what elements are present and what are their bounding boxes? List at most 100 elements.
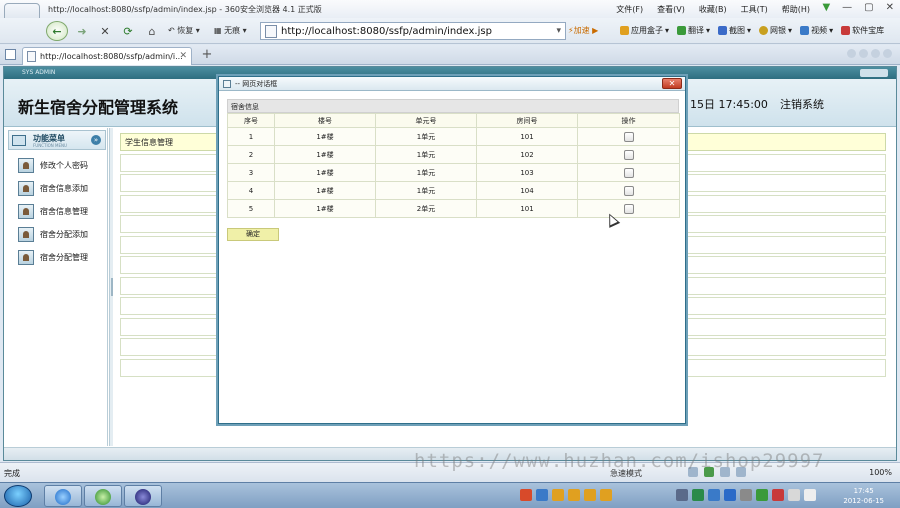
select-radio[interactable] (623, 185, 634, 196)
coin-icon (759, 26, 769, 35)
cell-action (577, 199, 680, 218)
select-radio[interactable] (623, 167, 634, 178)
menu-help[interactable]: 帮助(H) (782, 4, 810, 15)
home-button[interactable]: ⌂ (144, 22, 160, 40)
flag-icon[interactable] (788, 489, 800, 501)
qq-icon[interactable] (552, 489, 564, 501)
shield-icon[interactable] (724, 489, 736, 501)
tab-scroll-right-icon[interactable] (859, 49, 868, 58)
software-store-button[interactable]: 软件宝库 (841, 25, 884, 36)
screenshot-button[interactable]: 截图 ▾ (718, 25, 751, 36)
taskbar-360-browser[interactable] (84, 485, 122, 507)
software-store-icon (841, 26, 851, 35)
no-trace-button[interactable]: ▦ 无痕 ▾ (214, 25, 247, 36)
qq-icon[interactable] (600, 489, 612, 501)
dialog-close-button[interactable]: ✕ (662, 78, 682, 89)
refresh-button[interactable]: ⟳ (120, 22, 136, 40)
window-title: http://localhost:8080/ssfp/admin/index.j… (48, 5, 322, 14)
forward-button[interactable]: ➜ (72, 22, 92, 40)
menu-file[interactable]: 文件(F) (616, 4, 643, 15)
translate-icon (677, 26, 687, 35)
table-row: 1 1#楼 1单元 101 (227, 127, 680, 146)
tray-icon[interactable] (740, 489, 752, 501)
cell-building: 1#楼 (274, 199, 376, 218)
panel-splitter[interactable] (109, 128, 113, 446)
menu-view[interactable]: 查看(V) (657, 4, 685, 15)
status-text: 完成 (4, 469, 20, 478)
dorm-info-caption: 宿舍信息 (227, 99, 679, 113)
tray-icon[interactable] (692, 489, 704, 501)
tray-icon[interactable] (756, 489, 768, 501)
menu-item-label: 宿舍信息添加 (40, 184, 88, 193)
stop-button[interactable]: ✕ (97, 22, 113, 40)
menu-item-manage-allocation[interactable]: 宿舍分配管理 (18, 250, 88, 265)
accelerate-button[interactable]: ⚡加速 ▶ (568, 25, 598, 36)
collapse-menu-icon[interactable]: » (91, 135, 101, 145)
user-icon (18, 158, 34, 173)
tab-close-all-icon[interactable] (883, 49, 892, 58)
column-header: 操作 (577, 113, 680, 128)
cell-unit: 1单元 (375, 145, 477, 164)
logout-link[interactable]: 注销系统 (780, 96, 824, 112)
address-dropdown-icon[interactable]: ▾ (556, 26, 561, 36)
function-menu-subtitle: FUNCTION MENU (33, 143, 67, 148)
taskbar-ie[interactable] (44, 485, 82, 507)
function-menu: 功能菜单 FUNCTION MENU » 修改个人密码 宿舍信息添加 宿舍信息管… (4, 128, 108, 446)
minimize-button[interactable]: — (842, 2, 852, 13)
new-tab-button[interactable]: + (198, 48, 216, 63)
taskbar-clock[interactable]: 17:45 2012-06-15 (843, 486, 884, 506)
maximize-button[interactable]: ▢ (864, 2, 873, 13)
volume-icon[interactable] (804, 489, 816, 501)
close-window-button[interactable]: ✕ (886, 2, 894, 13)
confirm-button[interactable]: 确定 (227, 228, 279, 241)
page-icon (265, 24, 277, 38)
select-radio[interactable] (623, 149, 634, 160)
cell-unit: 1单元 (375, 181, 477, 200)
select-radio[interactable] (623, 131, 634, 142)
translate-button[interactable]: 翻译 ▾ (677, 25, 710, 36)
table-row: 4 1#楼 1单元 104 (227, 181, 680, 200)
window-controls: ▼ — ▢ ✕ (822, 2, 894, 13)
qq-icon[interactable] (536, 489, 548, 501)
video-button[interactable]: 视频 ▾ (800, 25, 833, 36)
tray-icon[interactable] (772, 489, 784, 501)
close-tab-icon[interactable]: ✕ (179, 51, 187, 61)
menu-tools[interactable]: 工具(T) (741, 4, 768, 15)
tray-app-icon[interactable] (520, 489, 532, 501)
zoom-level[interactable]: 100% (869, 468, 892, 477)
skin-dropdown-icon[interactable]: ▼ (822, 2, 830, 13)
taskbar-eclipse[interactable] (124, 485, 162, 507)
screenshot-label: 截图 (729, 26, 746, 35)
cell-building: 1#楼 (274, 163, 376, 182)
ebank-button[interactable]: 网银 ▾ (759, 25, 792, 36)
tab-list-icon[interactable] (871, 49, 880, 58)
qq-icon[interactable] (584, 489, 596, 501)
app-box-button[interactable]: 应用盒子 ▾ (620, 25, 669, 36)
dialog-title-bar[interactable]: -- 网页对话框 ✕ (219, 77, 685, 91)
address-url[interactable]: http://localhost:8080/ssfp/admin/index.j… (281, 26, 492, 37)
menu-item-manage-dorm[interactable]: 宿舍信息管理 (18, 204, 88, 219)
menu-item-add-allocation[interactable]: 宿舍分配添加 (18, 227, 88, 242)
watermark-text: https://www.huzhan.com/ishop29997 (414, 450, 825, 472)
restore-button[interactable]: ↶ 恢复 ▾ (168, 25, 200, 36)
windows-start-button[interactable] (4, 485, 32, 507)
menu-item-change-password[interactable]: 修改个人密码 (18, 158, 88, 173)
address-bar[interactable]: http://localhost:8080/ssfp/admin/index.j… (260, 22, 566, 40)
user-icon (18, 181, 34, 196)
tab-admin-index[interactable]: http://localhost:8080/ssfp/admin/i... ✕ (22, 47, 192, 65)
header-datetime: 15日 17:45:00 (690, 98, 768, 111)
accelerate-label: 加速 (573, 26, 590, 35)
network-icon[interactable] (708, 489, 720, 501)
strip-control (860, 69, 888, 77)
cell-action (577, 127, 680, 146)
tab-scroll-left-icon[interactable] (847, 49, 856, 58)
qq-icon[interactable] (568, 489, 580, 501)
select-radio[interactable] (623, 203, 634, 214)
menu-item-add-dorm[interactable]: 宿舍信息添加 (18, 181, 88, 196)
toolbar-right: 应用盒子 ▾ 翻译 ▾ 截图 ▾ 网银 ▾ 视频 ▾ 软件宝库 (620, 25, 884, 36)
cell-unit: 2单元 (375, 199, 477, 218)
menu-favorites[interactable]: 收藏(B) (699, 4, 727, 15)
sidebar-toggle-icon[interactable] (5, 49, 16, 60)
tray-icon[interactable] (676, 489, 688, 501)
back-button[interactable]: ← (46, 21, 68, 41)
